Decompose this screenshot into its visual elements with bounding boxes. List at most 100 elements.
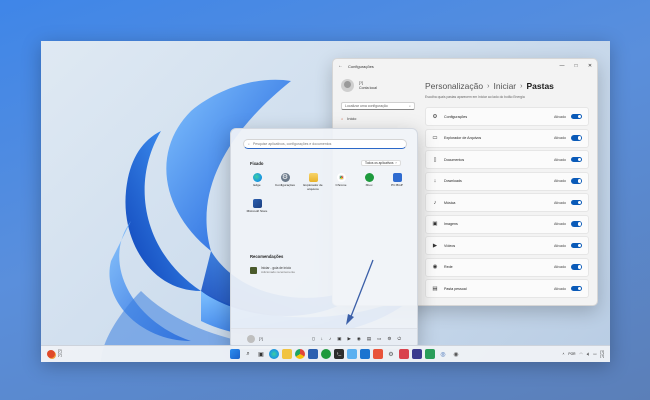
setting-row-personal-folder[interactable]: ▤ Pasta pessoal Ativado <box>425 279 589 298</box>
pinned-app-label: Microsoft Store <box>246 209 268 213</box>
start-menu: ⌕ Pesquise aplicativos, configurações e … <box>230 128 418 349</box>
search-icon[interactable]: ⌕ <box>243 349 253 359</box>
setting-row-images[interactable]: ▣ Imagens Ativado <box>425 214 589 234</box>
search-icon: ⌕ <box>248 142 250 146</box>
toggle-switch[interactable] <box>571 221 582 227</box>
download-icon[interactable]: ↓ <box>321 336 323 342</box>
wifi-icon[interactable]: ◠ <box>580 352 583 356</box>
maps-icon[interactable] <box>425 349 435 359</box>
breadcrumb-personalization[interactable]: Personalização <box>425 81 483 91</box>
pinned-app-settings[interactable]: ⚙ Configurações <box>271 173 299 188</box>
document-icon: ▯ <box>433 156 437 163</box>
maximize-button[interactable]: □ <box>569 63 583 69</box>
music-icon[interactable] <box>373 349 383 359</box>
language-indicator[interactable]: POR <box>568 352 575 356</box>
all-apps-label: Todos os aplicativos <box>365 161 394 165</box>
store-icon[interactable] <box>308 349 318 359</box>
image-icon[interactable]: ▣ <box>337 336 341 342</box>
video-icon[interactable]: ▶ <box>347 336 350 342</box>
pinned-app-label: Configurações <box>275 183 295 187</box>
recommended-item[interactable]: Iniciar - guia de início Adicionado rece… <box>250 266 295 274</box>
battery-icon[interactable]: ▭ <box>593 352 596 356</box>
minimize-button[interactable]: — <box>555 63 569 69</box>
sidebar-item-home[interactable]: ⌂ Início <box>333 114 423 124</box>
pinned-app-xbox[interactable]: Xbox <box>355 173 383 188</box>
toggle-switch[interactable] <box>571 135 582 141</box>
xbox-icon[interactable] <box>321 349 331 359</box>
snip-icon[interactable] <box>399 349 409 359</box>
toggle-state: Ativado <box>554 222 566 226</box>
setting-row-music[interactable]: ♪ Música Ativado <box>425 193 589 212</box>
volume-icon[interactable]: ◂) <box>586 352 589 356</box>
setting-row-file-explorer[interactable]: ▭ Explorador de Arquivos Ativado <box>425 128 589 148</box>
photos-icon[interactable] <box>347 349 357 359</box>
pinned-app-file-explorer[interactable]: Explorador de arquivos <box>299 173 327 191</box>
toggle-switch[interactable] <box>571 178 582 184</box>
video-icon: ▶ <box>432 242 438 249</box>
start-icon[interactable] <box>230 349 240 359</box>
chrome-icon <box>336 173 346 182</box>
toggle-switch[interactable] <box>571 199 582 206</box>
music-icon[interactable]: ♪ <box>329 336 331 342</box>
start-search-input[interactable]: ⌕ Pesquise aplicativos, configurações e … <box>243 139 407 149</box>
close-button[interactable]: ✕ <box>583 63 597 69</box>
weather-widget[interactable]: [?] [?] <box>47 349 62 358</box>
vpn-icon[interactable] <box>412 349 422 359</box>
start-user-button[interactable]: [?] <box>247 334 263 343</box>
system-tray: ˄ POR ◠ ◂) ▭ [?] [?] <box>562 350 604 358</box>
setting-row-settings[interactable]: ⚙ Configurações Ativado <box>425 107 589 126</box>
setting-row-documents[interactable]: ▯ Documentos Ativado <box>425 150 589 169</box>
avatar <box>247 334 255 343</box>
pinned-app-edge[interactable]: Edge <box>243 173 271 188</box>
explorer-icon[interactable] <box>282 349 292 359</box>
breadcrumb-separator: › <box>487 82 490 90</box>
folder-icon: ▭ <box>432 135 438 141</box>
chevron-up-icon[interactable]: ˄ <box>562 352 564 356</box>
weather-desc: [?] <box>58 353 62 357</box>
clock[interactable]: [?] [?] <box>600 350 604 358</box>
setting-row-network[interactable]: ◉ Rede Ativado <box>425 257 589 277</box>
all-apps-button[interactable]: Todos os aplicativos › <box>361 160 401 166</box>
settings-search-input[interactable]: Localizar uma configuração ⌕ <box>341 102 415 110</box>
breadcrumb-start[interactable]: Iniciar <box>493 81 516 91</box>
task-view-icon[interactable]: ▣ <box>256 349 266 359</box>
xbox-icon <box>364 173 374 182</box>
terminal-icon[interactable]: ›_ <box>334 349 344 359</box>
toggle-switch[interactable] <box>571 242 582 249</box>
user-folder-icon[interactable]: ▤ <box>367 336 371 342</box>
mail-icon[interactable] <box>360 349 370 359</box>
page-description: Escolha quais pastas aparecem em Iniciar… <box>425 95 525 99</box>
pinned-app-chrome[interactable]: Chrome <box>327 173 355 188</box>
setting-label: Downloads <box>444 179 462 183</box>
setting-label: Configurações <box>444 114 468 119</box>
toggle-switch[interactable] <box>571 264 582 270</box>
toggle-switch[interactable] <box>571 113 582 120</box>
setting-label: Explorador de Arquivos <box>444 136 482 140</box>
pinned-heading: Fixado <box>250 161 264 166</box>
toggle-state: Ativado <box>554 200 566 205</box>
power-icon[interactable]: ⏻ <box>397 336 401 342</box>
document-icon[interactable]: ▯ <box>312 336 314 342</box>
setting-row-videos[interactable]: ▶ Vídeos Ativado <box>425 236 589 255</box>
setting-label: Música <box>444 200 456 205</box>
setting-row-downloads[interactable]: ↓ Downloads Ativado <box>425 171 589 191</box>
camera-icon[interactable]: ◉ <box>451 349 461 359</box>
settings-user-card[interactable]: [?] Conta local <box>333 73 423 98</box>
gear-icon: ⚙ <box>280 173 290 182</box>
folder-toggle-list: ⚙ Configurações Ativado ▭ Explorador de … <box>425 107 589 298</box>
network-icon[interactable]: ◉ <box>357 336 361 342</box>
globe-icon[interactable]: ◎ <box>438 349 448 359</box>
settings-window-title: Configurações <box>348 63 374 69</box>
sidebar-item-label: Início <box>347 117 357 121</box>
chrome-icon[interactable] <box>295 349 305 359</box>
setting-label: Vídeos <box>444 243 456 248</box>
settings-icon[interactable]: ⚙ <box>386 349 396 359</box>
gear-icon[interactable]: ⚙ <box>387 336 391 342</box>
folder-icon[interactable]: ▭ <box>377 336 381 342</box>
back-arrow-icon[interactable]: ← <box>338 63 343 69</box>
edge-icon[interactable] <box>269 349 279 359</box>
pinned-app-store[interactable]: Microsoft Store <box>243 199 271 214</box>
toggle-switch[interactable] <box>571 285 582 292</box>
toggle-switch[interactable] <box>571 156 582 163</box>
pinned-app-pc[interactable]: PC BGP <box>383 173 411 188</box>
